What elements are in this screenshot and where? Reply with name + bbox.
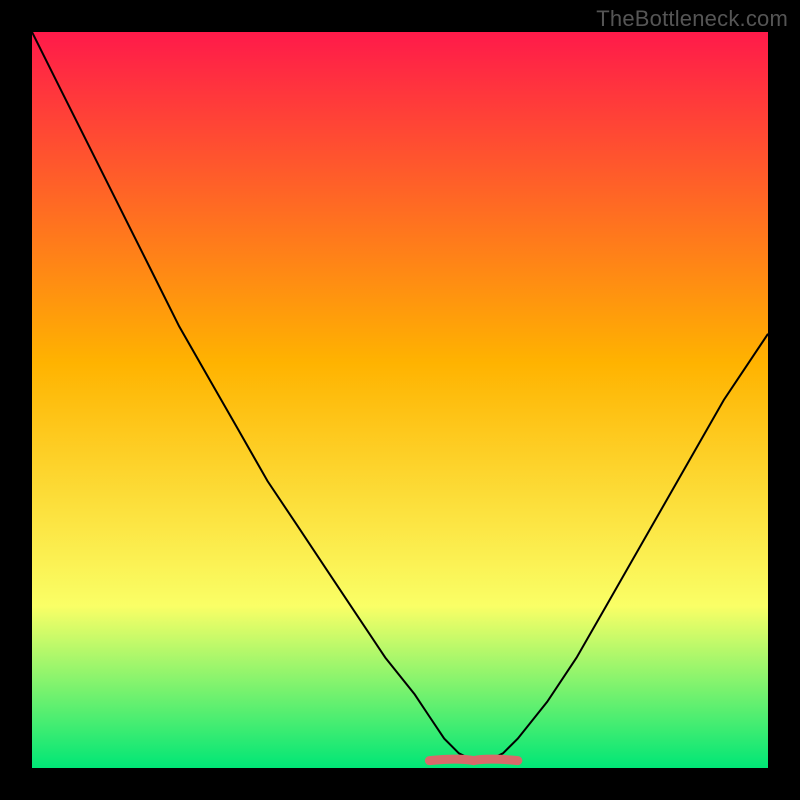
plot-area xyxy=(32,32,768,768)
watermark-text: TheBottleneck.com xyxy=(596,6,788,32)
chart-svg xyxy=(32,32,768,768)
gradient-background xyxy=(32,32,768,768)
optimal-band xyxy=(429,759,517,761)
chart-frame: TheBottleneck.com xyxy=(0,0,800,800)
